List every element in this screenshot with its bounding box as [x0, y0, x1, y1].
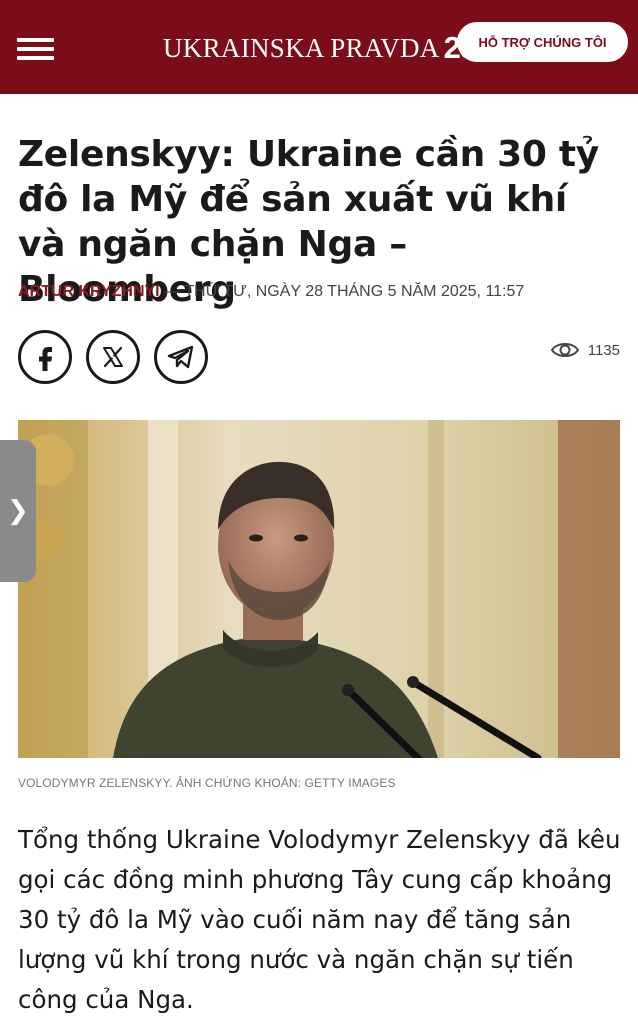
hamburger-menu-icon[interactable] [17, 38, 55, 62]
share-buttons [18, 330, 208, 384]
x-share-button[interactable] [86, 330, 140, 384]
byline-separator: — [159, 283, 185, 300]
logo-text: UKRAINSKA PRAVDA [163, 32, 440, 63]
x-icon [103, 346, 123, 368]
facebook-share-button[interactable] [18, 330, 72, 384]
article-byline: ARTUR KRYZHNYI — THỨ TƯ, NGÀY 28 THÁNG 5… [18, 283, 628, 301]
telegram-icon [167, 345, 194, 369]
author-link[interactable]: ARTUR KRYZHNYI [18, 283, 160, 300]
side-panel-toggle[interactable]: ❯ [0, 440, 36, 582]
article-lead-paragraph: Tổng thống Ukraine Volodymyr Zelenskyy đ… [18, 825, 621, 1014]
view-counter: 1135 [550, 340, 620, 360]
chevron-right-icon: ❯ [7, 496, 29, 526]
facebook-icon [39, 347, 52, 371]
article-photo [18, 420, 620, 758]
support-us-button[interactable]: HỖ TRỢ CHÚNG TÔI [457, 22, 628, 62]
site-header: UKRAINSKA PRAVDA 25 HỖ TRỢ CHÚNG TÔI [0, 0, 638, 94]
view-count: 1135 [587, 341, 620, 359]
image-caption: VOLODYMYR ZELENSKYY. ẢNH CHỨNG KHOÁN: GE… [18, 776, 396, 790]
site-logo[interactable]: UKRAINSKA PRAVDA 25 [163, 28, 477, 68]
telegram-share-button[interactable] [154, 330, 208, 384]
photo-illustration [18, 420, 620, 758]
publish-date: THỨ TƯ, NGÀY 28 THÁNG 5 NĂM 2025, 11:57 [184, 283, 525, 300]
eye-icon [550, 343, 579, 357]
